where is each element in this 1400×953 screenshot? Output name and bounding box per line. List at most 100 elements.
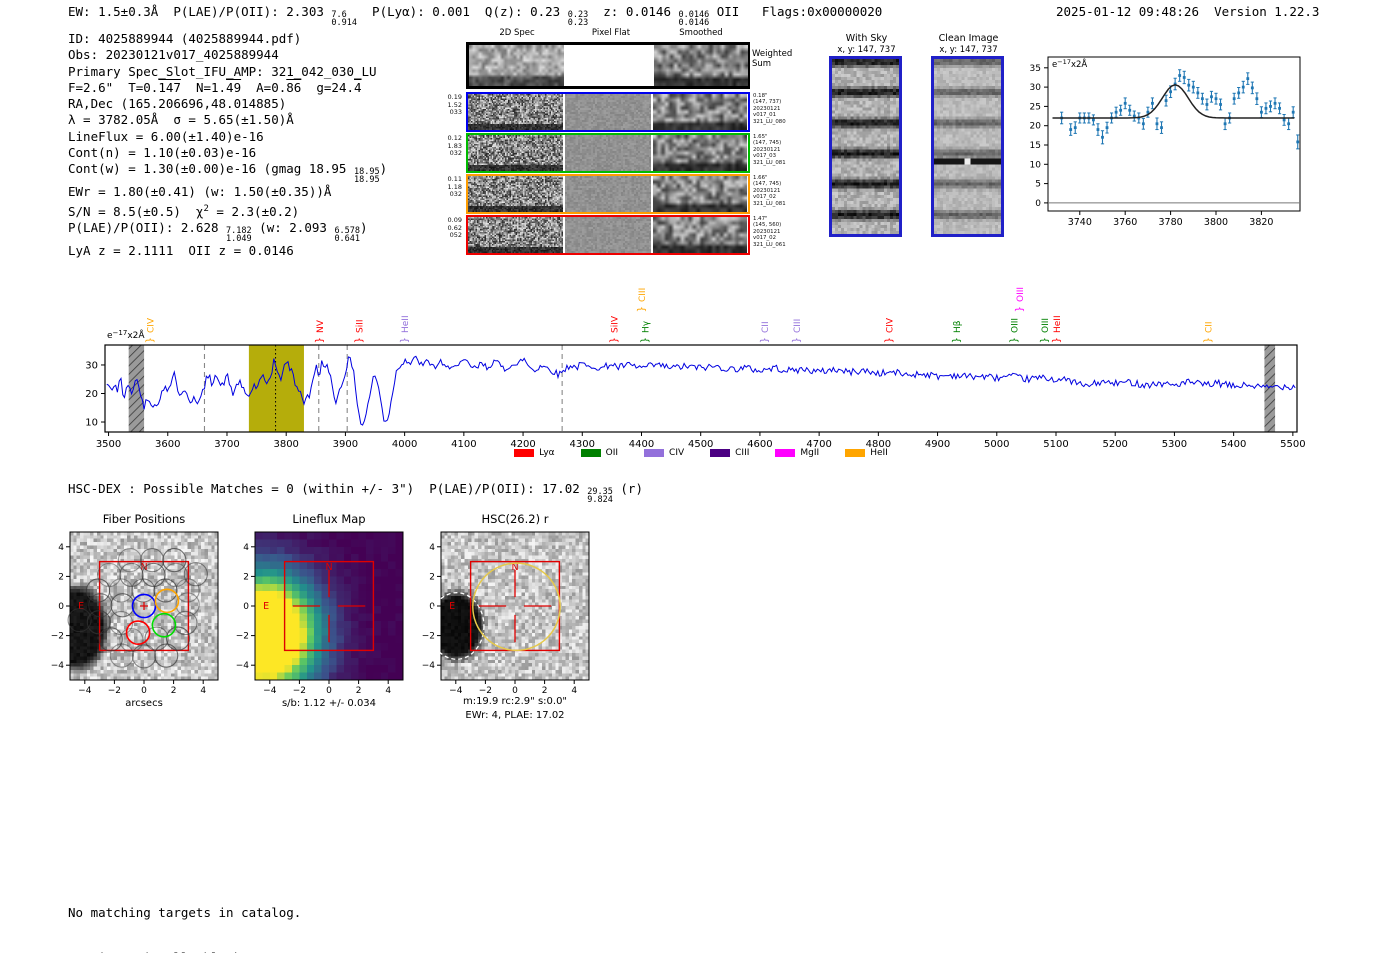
- svg-text:{: {: [639, 337, 650, 343]
- fiber-circle: [109, 643, 134, 668]
- lineflux-xlabel: s/b: 1.12 +/- 0.034: [281, 698, 377, 709]
- info-line: LineFlux = 6.00(±1.40)e-16: [68, 128, 264, 144]
- svg-text:20: 20: [85, 389, 98, 400]
- svg-text:30: 30: [85, 360, 98, 371]
- line-marker-cii: {CII: [759, 321, 772, 343]
- spec2d-row-left-labels: 0.19 1.52 033: [447, 93, 462, 117]
- legend-item-ciii: CIII: [710, 448, 749, 458]
- legend-item-heii: HeII: [845, 448, 888, 458]
- spec2d-row-left-labels: 0.12 1.83 032: [447, 134, 462, 158]
- svg-text:E: E: [449, 601, 455, 612]
- svg-text:CIII: CIII: [638, 288, 648, 302]
- info-line: P(LAE)/P(OII): 2.628 7.182 1.049 (w: 2.09…: [68, 220, 368, 245]
- svg-text:10: 10: [1030, 160, 1042, 170]
- line-marker-cii: {CII: [1202, 321, 1215, 343]
- line-marker-oiii: {OIII: [1039, 318, 1052, 343]
- svg-text:e−17x2Å: e−17x2Å: [107, 329, 145, 341]
- svg-text:2: 2: [429, 572, 435, 582]
- cutout-image: [653, 176, 747, 212]
- svg-text:−2: −2: [479, 686, 492, 696]
- info-line: EWr = 1.80(±0.41) (w: 1.50(±0.35))Å: [68, 184, 332, 200]
- svg-text:−2: −2: [293, 686, 306, 696]
- svg-text:3740: 3740: [1068, 217, 1092, 228]
- svg-text:OIII: OIII: [1010, 318, 1020, 333]
- info-line: RA,Dec (165.206696,48.014885): [68, 96, 287, 112]
- info-line: F=2.6" T=0.147 N=1.49 A=0.86 g=24.4: [68, 79, 362, 95]
- spec2d-row: [466, 42, 750, 89]
- cutout-image: [468, 135, 563, 171]
- report-timestamp: 2025-01-12 09:48:26: [1056, 4, 1199, 19]
- line-marker-nv: {NV: [313, 319, 326, 343]
- spec2d-row: [466, 174, 750, 214]
- svg-text:CIV: CIV: [147, 317, 157, 333]
- svg-text:−2: −2: [422, 632, 435, 642]
- svg-text:4: 4: [58, 543, 64, 553]
- clean-image-title: Clean Image: [938, 33, 999, 44]
- svg-text:30: 30: [1030, 83, 1042, 93]
- col-header-2dspec: 2D Spec: [499, 28, 535, 38]
- header-datetime: 2025-01-12 09:48:26 Version 1.22.3: [1056, 4, 1319, 19]
- highlighted-fiber-circle: [151, 612, 177, 638]
- svg-text:−2: −2: [51, 632, 64, 642]
- svg-text:3820: 3820: [1249, 217, 1273, 228]
- lineflux-map-panel: Lineflux Map −4 −2 0 2 4 −4 −2 0 2 4 N E s/b: 1.12 …: [225, 508, 415, 726]
- footer-line-1: No matching targets in catalog.: [68, 905, 302, 920]
- cutout-image: [468, 217, 563, 253]
- col-header-pixelflat: Pixel Flat: [591, 28, 631, 38]
- svg-text:35: 35: [1030, 64, 1041, 74]
- svg-text:2: 2: [58, 572, 64, 582]
- line-marker-heii: {HeII: [1051, 315, 1064, 343]
- hsc-cutout-panel: HSC(26.2) r −4 −2 0 2 4 −4 −2 0 2 4 N E m:19.9 rc:2…: [410, 508, 610, 734]
- cutout-image: [468, 176, 563, 212]
- svg-text:3800: 3800: [1204, 217, 1228, 228]
- cutout-image: [469, 45, 564, 86]
- info-line: λ = 3782.05Å σ = 5.65(±1.50)Å: [68, 112, 294, 128]
- line-marker-heii: { HeII: [399, 315, 412, 343]
- cutout-image: [468, 94, 563, 130]
- spec2d-row-left-labels: 0.11 1.18 032: [447, 175, 462, 199]
- svg-text:HeII: HeII: [401, 315, 411, 333]
- svg-text:−4: −4: [51, 661, 65, 671]
- catalog-object-ellipse: [428, 592, 485, 660]
- svg-text:CII: CII: [1205, 321, 1215, 333]
- svg-text:HeII: HeII: [1053, 315, 1063, 333]
- legend-swatch: [580, 449, 601, 457]
- fiber-circle: [173, 610, 198, 636]
- legend-swatch: [710, 449, 731, 457]
- info-line: Cont(n) = 1.10(±0.03)e-16: [68, 145, 257, 161]
- svg-text:CIV: CIV: [886, 317, 896, 333]
- line-marker-hβ: {Hβ: [951, 320, 964, 343]
- svg-text:2: 2: [542, 686, 548, 696]
- fiber-circle: [98, 627, 123, 652]
- svg-text:3760: 3760: [1113, 217, 1137, 228]
- line-marker-siiv: {SiIV: [608, 315, 621, 343]
- legend-item-oii: OII: [580, 448, 618, 458]
- svg-text:{: {: [353, 337, 364, 343]
- svg-text:10: 10: [85, 418, 98, 429]
- svg-text:0: 0: [1035, 199, 1041, 209]
- hsc-xlabel-2: EWr: 4, PLAE: 17.02: [465, 710, 565, 721]
- info-line: S/N = 8.5(±0.5) χ2 = 2.3(±0.2): [68, 203, 300, 219]
- with-sky-coords: x, y: 147, 737: [837, 45, 896, 55]
- report-version: Version 1.22.3: [1214, 4, 1320, 19]
- legend-item-civ: CIV: [644, 448, 684, 458]
- svg-text:Hβ: Hβ: [953, 320, 963, 333]
- legend-swatch: [845, 449, 866, 457]
- cutout-image: [565, 135, 651, 171]
- svg-text:{: {: [399, 337, 410, 343]
- info-line: Primary Spec_Slot_IFU_AMP: 321_042_030_L…: [68, 63, 377, 79]
- svg-text:{: {: [883, 337, 894, 343]
- svg-text:4: 4: [200, 686, 206, 696]
- hsc-dex-match-line: HSC-DEX : Possible Matches = 0 (within +…: [68, 481, 643, 505]
- full-spectrum-plot: 3500 3600 3700 3800 3900 4000 4100 4200 4300 4400…: [85, 287, 1305, 450]
- line-marker-oiii: {OIII: [1013, 287, 1026, 312]
- aperture-circle: [472, 562, 561, 652]
- cutout-image: [653, 94, 747, 130]
- fiber-circle: [141, 562, 166, 588]
- svg-text:4: 4: [571, 686, 577, 696]
- fiber-xlabel: arcsecs: [125, 698, 163, 709]
- clean-image: [931, 56, 1004, 237]
- clean-image-coords: x, y: 147, 737: [939, 45, 998, 55]
- spec2d-row: [466, 133, 750, 173]
- line-fit-plot: 051015202530353740 3760 3780 3800 3820e−17x2…: [1030, 56, 1301, 228]
